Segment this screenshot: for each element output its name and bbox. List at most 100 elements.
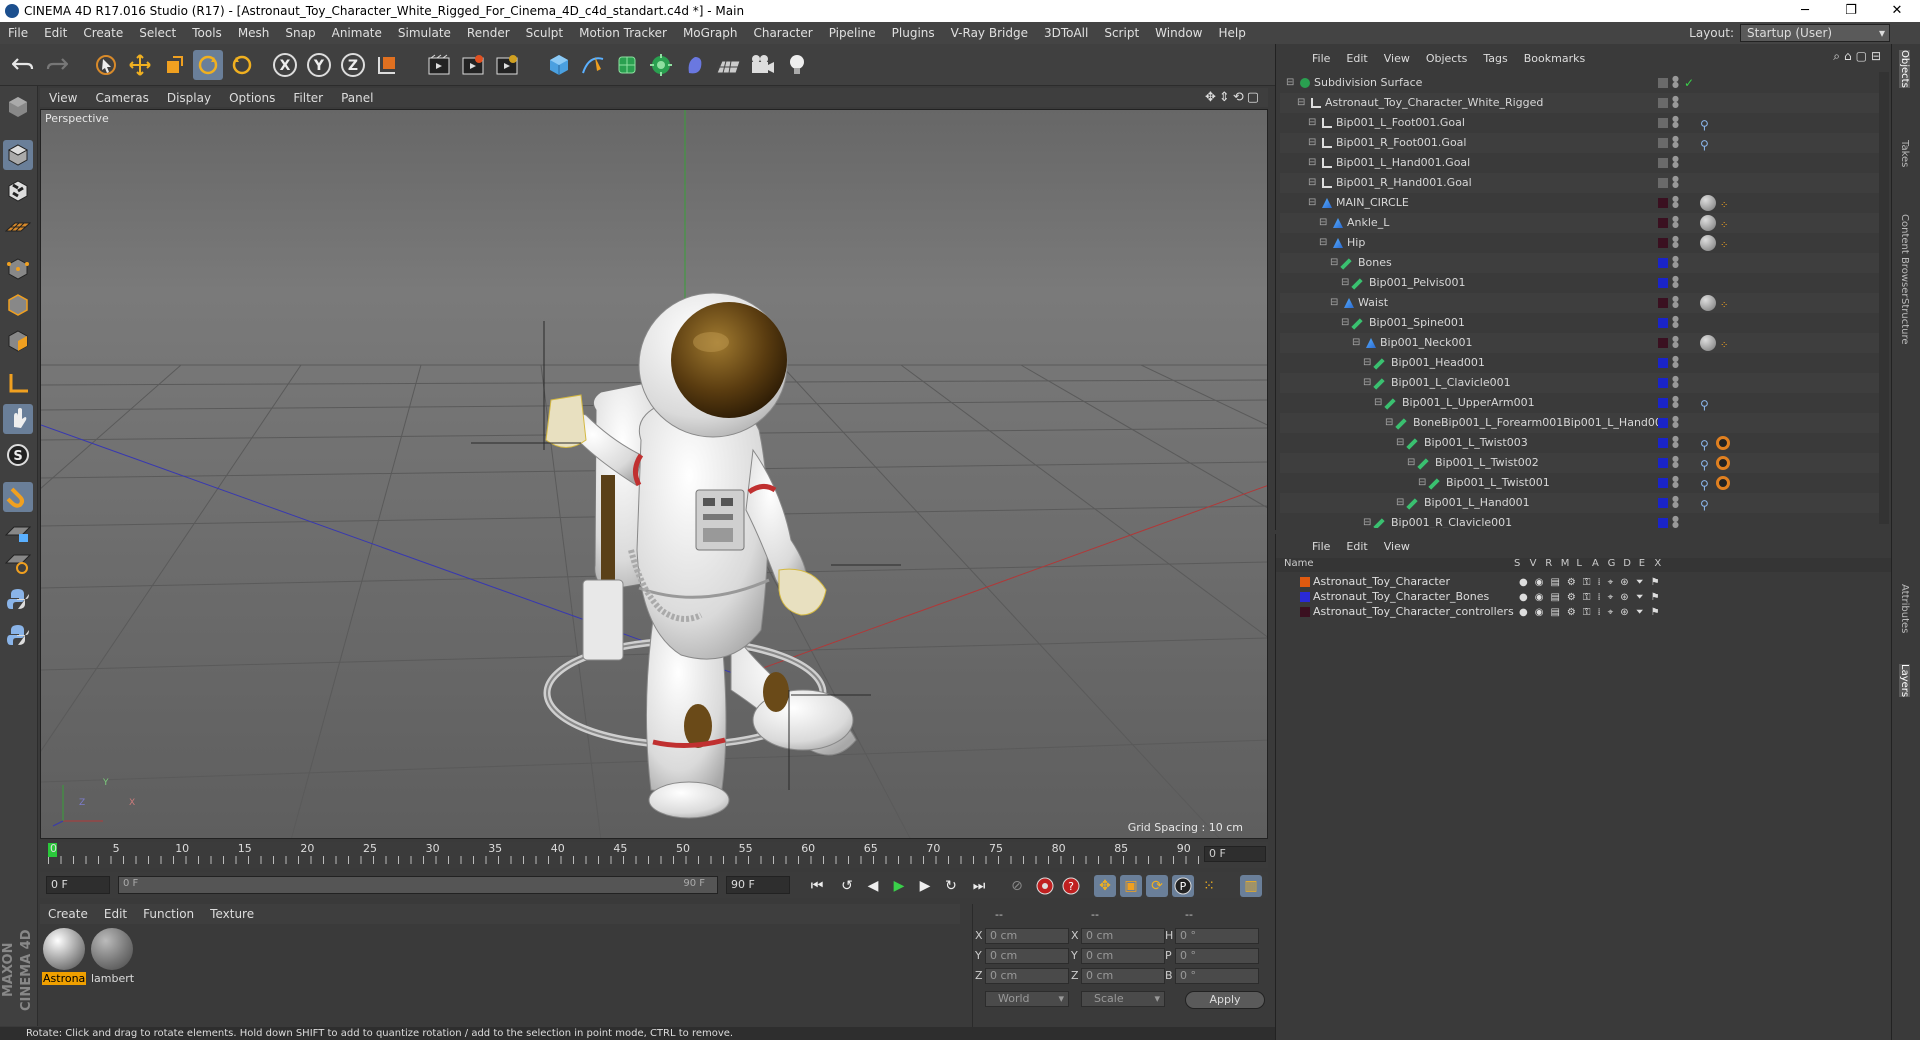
planar-workplane-icon[interactable] — [3, 548, 33, 578]
live-selection-icon[interactable] — [91, 50, 121, 80]
layer-row[interactable]: Astronaut_Toy_Character_Bones ●◉▤⚙⚿⁞⌖⊛⏷⚑ — [1276, 589, 1892, 604]
subdivision-surface-icon[interactable] — [612, 50, 642, 80]
object-row[interactable]: ⊟ Bip001_Pelvis001 ● ● — [1280, 273, 1880, 293]
timeline-window-icon[interactable]: ▥ — [1240, 875, 1262, 897]
perspective-viewport[interactable]: Perspective Y X Z Grid Spacing : 10 cm — [40, 109, 1268, 839]
coord-field-z[interactable]: 0 cm — [1081, 968, 1165, 984]
viewport-menu-filter[interactable]: Filter — [284, 91, 332, 105]
end-frame-field[interactable]: 90 F — [726, 876, 790, 894]
visibility-toggle-icon[interactable]: ● ● — [1672, 515, 1679, 529]
material-tag-icon[interactable] — [1700, 195, 1716, 211]
expand-toggle-icon[interactable]: ⊟ — [1319, 213, 1327, 233]
visibility-toggle-icon[interactable]: ● ● — [1672, 215, 1679, 230]
object-menu-file[interactable]: File — [1304, 52, 1338, 65]
expand-toggle-icon[interactable]: ⊟ — [1418, 473, 1426, 493]
menu-item-motion-tracker[interactable]: Motion Tracker — [571, 26, 675, 40]
coord-field-p[interactable]: 0 ° — [1175, 948, 1259, 964]
enabled-check-icon[interactable]: ✓ — [1684, 73, 1694, 93]
layer-color-swatch[interactable] — [1658, 158, 1668, 168]
visibility-toggle-icon[interactable]: ● ● — [1672, 395, 1679, 410]
menu-item-mesh[interactable]: Mesh — [230, 26, 278, 40]
menu-item-script[interactable]: Script — [1096, 26, 1147, 40]
preview-range-slider[interactable]: 0 F 90 F — [118, 876, 718, 894]
ik-tag-icon[interactable]: ⚲ — [1700, 135, 1709, 155]
visibility-toggle-icon[interactable]: ● ● — [1672, 495, 1679, 510]
object-row[interactable]: ⊟ Bip001_L_Twist002 ● ● ⚲ — [1280, 453, 1880, 473]
layer-column-l[interactable]: L — [1576, 558, 1582, 569]
visibility-toggle-icon[interactable]: ● ● — [1672, 455, 1679, 470]
menu-item-snap[interactable]: Snap — [277, 26, 323, 40]
layer-color-swatch[interactable] — [1658, 258, 1668, 268]
camera-icon[interactable] — [748, 50, 778, 80]
layer-column-v[interactable]: V — [1530, 558, 1537, 569]
material-menu-edit[interactable]: Edit — [96, 907, 135, 921]
visibility-toggle-icon[interactable]: ● ● — [1672, 275, 1679, 290]
layout-dropdown[interactable]: Startup (User) — [1740, 24, 1890, 42]
cloner-icon[interactable] — [646, 50, 676, 80]
expand-toggle-icon[interactable]: ⊟ — [1396, 493, 1404, 513]
key-rotation-icon[interactable]: ⟳ — [1146, 875, 1168, 897]
visibility-toggle-icon[interactable]: ● ● — [1672, 255, 1679, 270]
material-tag-icon[interactable] — [1700, 235, 1716, 251]
coord-field-h[interactable]: 0 ° — [1175, 928, 1259, 944]
next-frame-icon[interactable]: ▶ — [914, 875, 936, 897]
visibility-toggle-icon[interactable]: ● ● — [1672, 235, 1679, 250]
layer-column-x[interactable]: X — [1654, 558, 1661, 569]
object-manager-search-icon[interactable]: ⌕⌂▢⊟ — [1833, 49, 1885, 64]
object-row[interactable]: ⊟ Bip001_L_UpperArm001 ● ● ⚲ — [1280, 393, 1880, 413]
side-tab-content-browser[interactable]: Content Browser — [1899, 214, 1910, 297]
visibility-toggle-icon[interactable]: ● ● — [1672, 135, 1679, 150]
close-button[interactable]: ✕ — [1874, 0, 1920, 22]
visibility-toggle-icon[interactable]: ● ● — [1672, 315, 1679, 330]
undo-icon[interactable] — [8, 50, 38, 80]
menu-item-select[interactable]: Select — [131, 26, 184, 40]
expand-toggle-icon[interactable]: ⊟ — [1352, 333, 1360, 353]
menu-item-window[interactable]: Window — [1147, 26, 1210, 40]
ik-tag-icon[interactable]: ⚲ — [1700, 455, 1709, 475]
expand-toggle-icon[interactable]: ⊟ — [1363, 513, 1371, 528]
coord-field-y[interactable]: 0 cm — [985, 948, 1069, 964]
render-settings-icon[interactable] — [492, 50, 522, 80]
object-row[interactable]: ⊟ Subdivision Surface ● ● ✓ — [1280, 73, 1880, 93]
object-row[interactable]: ⊟ Bip001_L_Clavicle001 ● ● — [1280, 373, 1880, 393]
visibility-toggle-icon[interactable]: ● ● — [1672, 195, 1679, 210]
layer-column-a[interactable]: A — [1592, 558, 1599, 569]
object-menu-edit[interactable]: Edit — [1338, 52, 1375, 65]
python-script-icon[interactable] — [3, 584, 33, 614]
pen-spline-icon[interactable] — [578, 50, 608, 80]
expand-toggle-icon[interactable]: ⊟ — [1286, 73, 1294, 93]
viewport-menu-view[interactable]: View — [40, 91, 86, 105]
layer-color-swatch[interactable] — [1300, 607, 1310, 617]
layer-column-g[interactable]: G — [1608, 558, 1616, 569]
object-row[interactable]: ⊟ MAIN_CIRCLE ● ● ⁘ — [1280, 193, 1880, 213]
maximize-button[interactable]: ❐ — [1828, 0, 1874, 22]
expand-toggle-icon[interactable]: ⊟ — [1363, 373, 1371, 393]
viewport-navigation-icons[interactable]: ✥⇕⟲▢ — [1205, 90, 1262, 105]
menu-item-character[interactable]: Character — [745, 26, 820, 40]
menu-item-sculpt[interactable]: Sculpt — [518, 26, 571, 40]
size-mode-dropdown[interactable]: Scale — [1081, 991, 1165, 1007]
layer-menu-file[interactable]: File — [1304, 540, 1338, 553]
material-lambert[interactable]: lambert — [90, 928, 134, 985]
layer-color-swatch[interactable] — [1658, 398, 1668, 408]
layer-color-swatch[interactable] — [1658, 138, 1668, 148]
points-mode-icon[interactable] — [3, 254, 33, 284]
viewport-menu-display[interactable]: Display — [158, 91, 220, 105]
constraint-tag-icon[interactable] — [1716, 436, 1730, 450]
layer-color-swatch[interactable] — [1658, 418, 1668, 428]
current-frame-field[interactable]: 0 F — [1204, 846, 1266, 862]
layer-color-swatch[interactable] — [1658, 118, 1668, 128]
render-view-icon[interactable] — [424, 50, 454, 80]
menu-item-create[interactable]: Create — [75, 26, 131, 40]
menu-item-3dtoall[interactable]: 3DToAll — [1036, 26, 1096, 40]
object-row[interactable]: ⊟ Bip001_Spine001 ● ● — [1280, 313, 1880, 333]
layer-color-swatch[interactable] — [1658, 178, 1668, 188]
snapping-icon[interactable] — [3, 482, 33, 512]
record-keys-disabled-icon[interactable]: ⊘ — [1006, 875, 1028, 897]
redo-icon[interactable] — [42, 50, 72, 80]
menu-item-pipeline[interactable]: Pipeline — [821, 26, 884, 40]
solo-mode-icon[interactable]: S — [3, 440, 33, 470]
expand-toggle-icon[interactable]: ⊟ — [1341, 313, 1349, 333]
y-axis-lock-icon[interactable]: Y — [304, 50, 334, 80]
layer-color-swatch[interactable] — [1658, 318, 1668, 328]
